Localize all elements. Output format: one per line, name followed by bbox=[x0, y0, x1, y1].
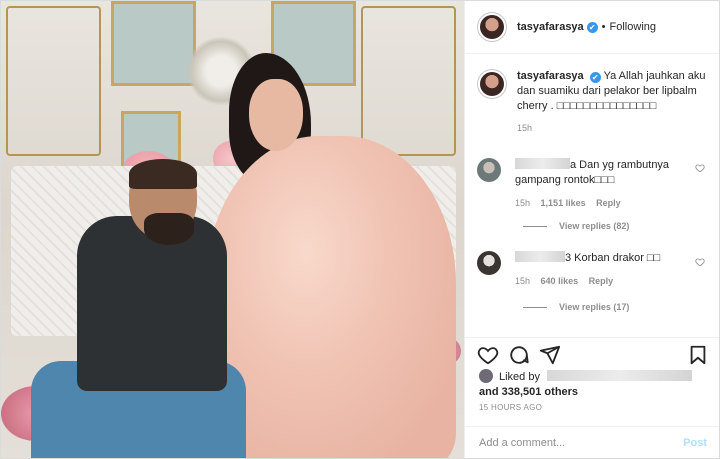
man-beard bbox=[144, 213, 194, 245]
comment-row: a Dan yg rambutnya gampang rontok□□□ 15h… bbox=[477, 158, 695, 208]
caption-body: tasyafarasya ✔ Ya Allah jauhkan aku dan … bbox=[517, 69, 719, 133]
caption-row: tasyafarasya ✔ Ya Allah jauhkan aku dan … bbox=[477, 69, 719, 133]
author-avatar[interactable] bbox=[477, 12, 507, 42]
post-comment-button[interactable]: Post bbox=[683, 437, 707, 449]
commenter-avatar[interactable] bbox=[477, 158, 501, 182]
view-replies-button[interactable]: View replies (82) bbox=[523, 221, 629, 231]
separator-dot: • bbox=[601, 21, 606, 33]
view-replies-button[interactable]: View replies (17) bbox=[523, 302, 629, 312]
likes-summary: Liked by and 338,501 others bbox=[479, 369, 693, 400]
post-timestamp[interactable]: 15 HOURS AGO bbox=[479, 403, 542, 412]
verified-icon: ✔ bbox=[589, 72, 601, 83]
view-replies-label: View replies (82) bbox=[559, 221, 630, 231]
comment-meta: 15h 640 likes Reply bbox=[515, 276, 695, 286]
comment-content: 3 Korban drakor □□ bbox=[565, 252, 661, 264]
replies-line bbox=[523, 225, 547, 227]
comment-time[interactable]: 15h bbox=[515, 198, 530, 208]
likes-count[interactable]: and 338,501 others bbox=[479, 386, 578, 398]
caption-username[interactable]: tasyafarasya bbox=[517, 70, 584, 82]
bookmark-icon[interactable] bbox=[687, 344, 709, 366]
comment-body: a Dan yg rambutnya gampang rontok□□□ 15h… bbox=[515, 158, 695, 208]
comment-text: 3 Korban drakor □□ bbox=[515, 251, 695, 266]
heart-icon[interactable] bbox=[477, 344, 499, 366]
liker-avatar[interactable] bbox=[479, 369, 493, 383]
redacted-liker-name bbox=[547, 370, 693, 381]
comment-meta: 15h 1,151 likes Reply bbox=[515, 198, 695, 208]
wall-molding bbox=[6, 6, 101, 156]
reply-button[interactable]: Reply bbox=[596, 198, 621, 208]
comment-likes[interactable]: 1,151 likes bbox=[541, 198, 586, 208]
add-comment-bar: Post bbox=[465, 426, 719, 458]
comment-body: 3 Korban drakor □□ 15h 640 likes Reply bbox=[515, 251, 695, 286]
comment-row: 3 Korban drakor □□ 15h 640 likes Reply bbox=[477, 251, 695, 286]
man-hair bbox=[129, 159, 197, 189]
redacted-username bbox=[515, 251, 565, 262]
caption-time[interactable]: 15h bbox=[517, 123, 532, 133]
comment-heart-icon[interactable] bbox=[695, 163, 705, 173]
caption-text: tasyafarasya ✔ Ya Allah jauhkan aku dan … bbox=[517, 69, 719, 114]
verified-icon: ✔ bbox=[586, 21, 598, 33]
avatar-image bbox=[480, 15, 504, 39]
wall-molding bbox=[361, 6, 456, 156]
comment-heart-icon[interactable] bbox=[695, 257, 705, 267]
post-header: tasyafarasya ✔ • Following bbox=[465, 1, 719, 54]
commenter-avatar[interactable] bbox=[477, 251, 501, 275]
post-side-panel: tasyafarasya ✔ • Following tasyafarasya … bbox=[464, 1, 719, 458]
comments-scroll-area[interactable]: tasyafarasya ✔ Ya Allah jauhkan aku dan … bbox=[465, 55, 719, 336]
redacted-username bbox=[515, 158, 570, 169]
comment-likes[interactable]: 640 likes bbox=[541, 276, 579, 286]
author-username[interactable]: tasyafarasya bbox=[517, 21, 584, 33]
instagram-post-modal: tasyafarasya ✔ • Following tasyafarasya … bbox=[0, 0, 720, 459]
following-button[interactable]: Following bbox=[610, 21, 656, 33]
comment-icon[interactable] bbox=[508, 344, 530, 366]
avatar-image bbox=[480, 72, 504, 96]
post-photo[interactable] bbox=[1, 1, 464, 458]
view-replies-label: View replies (17) bbox=[559, 302, 630, 312]
reply-button[interactable]: Reply bbox=[589, 276, 614, 286]
window bbox=[111, 1, 196, 86]
replies-line bbox=[523, 306, 547, 308]
caption-avatar[interactable] bbox=[477, 69, 507, 99]
man-shirt bbox=[77, 216, 227, 391]
woman-face bbox=[249, 79, 303, 151]
action-bar bbox=[465, 337, 719, 371]
caption-meta: 15h bbox=[517, 123, 719, 133]
comment-input[interactable] bbox=[479, 436, 684, 449]
share-icon[interactable] bbox=[539, 344, 561, 366]
comment-time[interactable]: 15h bbox=[515, 276, 530, 286]
liked-by-label: Liked by bbox=[499, 371, 540, 383]
comment-text: a Dan yg rambutnya gampang rontok□□□ bbox=[515, 158, 695, 188]
